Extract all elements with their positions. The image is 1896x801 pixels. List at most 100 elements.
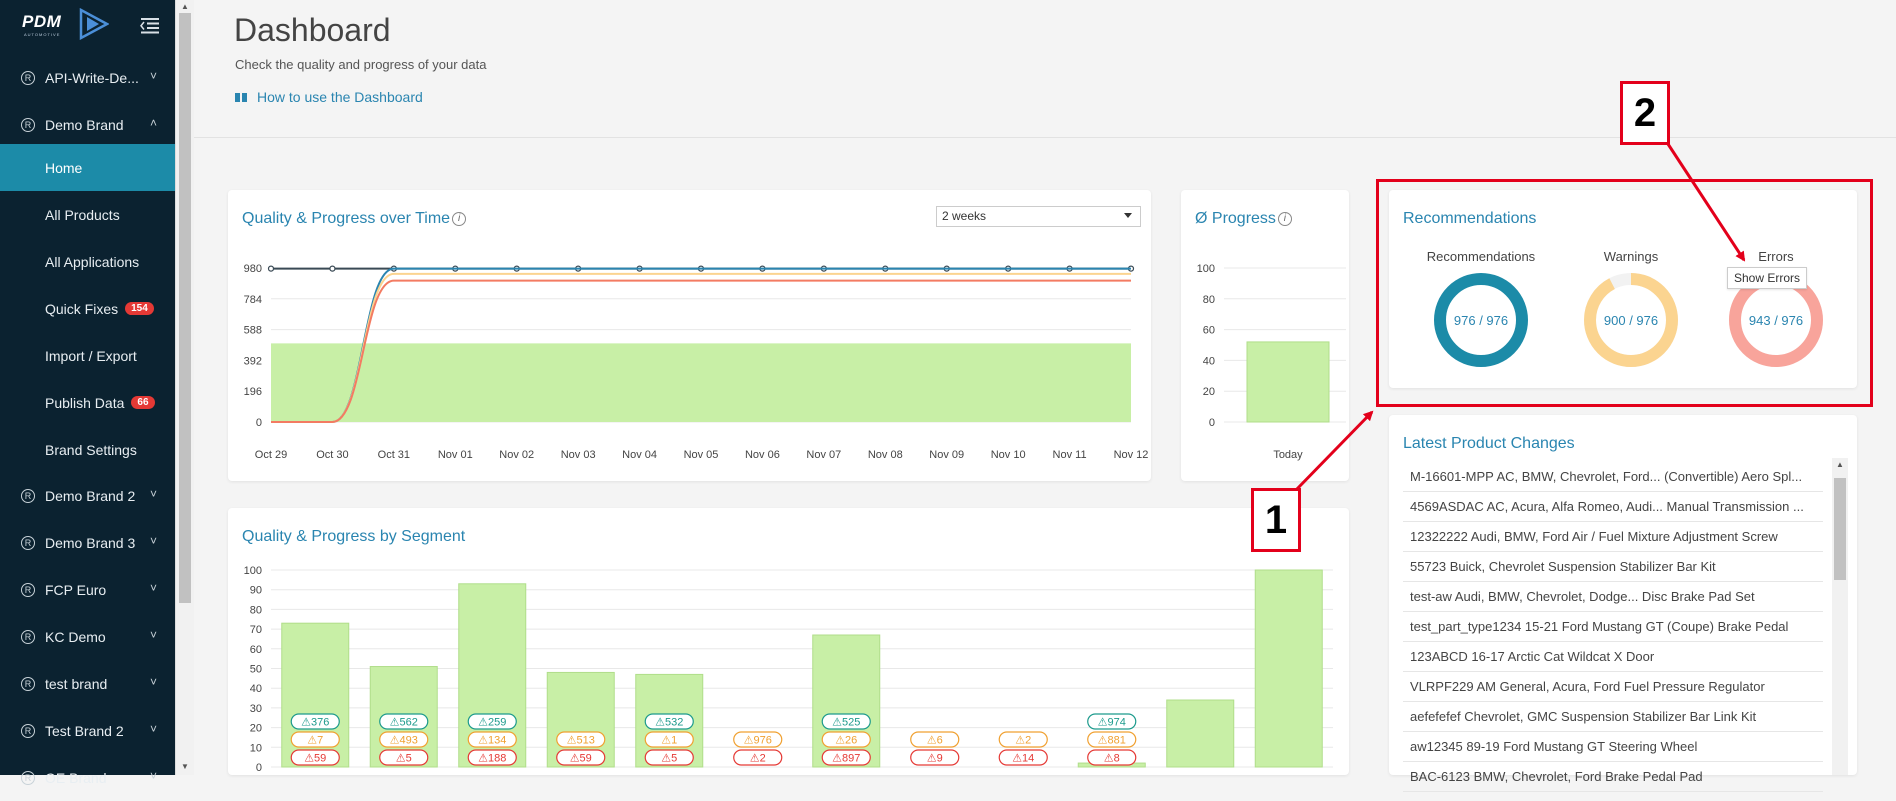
chevron-down-icon: ˅ xyxy=(149,487,157,501)
list-item[interactable]: 4569ASDAC AC, Acura, Alfa Romeo, Audi...… xyxy=(1403,492,1823,522)
sidebar-item-fcp-euro[interactable]: R FCP Euro ˅ xyxy=(0,566,175,613)
segment-bar xyxy=(1254,569,1323,768)
list-item[interactable]: aefefefef Chevrolet, GMC Suspension Stab… xyxy=(1403,702,1823,732)
y-tick-label: 0 xyxy=(1209,417,1215,429)
chevron-down-icon: ˅ xyxy=(149,675,157,689)
x-tick-label: Nov 07 xyxy=(806,449,841,461)
segment-badge-label: ⚠14 xyxy=(1012,753,1034,765)
sidebar-subitem-import-export[interactable]: Import / Export xyxy=(0,332,175,379)
x-tick-label: Nov 11 xyxy=(1053,449,1087,461)
segment-badge-label: ⚠376 xyxy=(301,717,329,729)
list-item[interactable]: 12322222 Audi, BMW, Ford Air / Fuel Mixt… xyxy=(1403,522,1823,552)
sidebar-item-kc-demo[interactable]: R KC Demo ˅ xyxy=(0,613,175,660)
quality-by-segment-chart: 0 10 20 30 40 50 60 70 80 90 100 ⚠376 ⚠7 ⚠59 ⚠562 ⚠493 ⚠… xyxy=(244,565,1333,774)
scroll-down-arrow-icon[interactable]: ▼ xyxy=(181,762,189,771)
logo-text: PDM xyxy=(22,12,62,31)
segment-badge-label: ⚠5 xyxy=(396,753,412,765)
howto-link[interactable]: How to use the Dashboard xyxy=(235,89,423,105)
registered-icon: R xyxy=(21,676,35,691)
segment-badge-label: ⚠259 xyxy=(478,717,506,729)
latest-changes-title: Latest Product Changes xyxy=(1403,435,1575,452)
sidebar: PDM AUTOMOTIVE R API-Write-De... ˅ R Dem… xyxy=(0,0,175,786)
chevron-down-icon: ˅ xyxy=(149,769,157,783)
quality-over-time-card: Quality & Progress over Time i 2 weeks 01… xyxy=(228,190,1151,481)
sidebar-item-demo-brand[interactable]: R Demo Brand ˄ xyxy=(0,101,175,148)
latest-changes-card: Latest Product Changes M-16601-MPP AC, B… xyxy=(1389,415,1857,792)
x-tick-label: Nov 12 xyxy=(1114,449,1149,461)
sidebar-subitem-brand-settings[interactable]: Brand Settings xyxy=(0,426,175,473)
sidebar-item-api-write[interactable]: R API-Write-De... ˅ xyxy=(0,54,175,101)
sidebar-subitem-publish-data[interactable]: Publish Data 66 xyxy=(0,379,175,426)
sidebar-item-label: KC Demo xyxy=(45,628,106,645)
y-tick-label: 30 xyxy=(250,703,262,715)
page-subtitle: Check the quality and progress of your d… xyxy=(235,57,487,72)
list-item[interactable]: test-aw Audi, BMW, Chevrolet, Dodge... D… xyxy=(1403,582,1823,612)
sidebar-subitem-home[interactable]: Home xyxy=(0,144,175,191)
segment-badge-label: ⚠2 xyxy=(750,753,766,765)
x-tick-label: Nov 02 xyxy=(499,449,534,461)
sidebar-subitem-label: Quick Fixes xyxy=(45,300,119,317)
sidebar-subitem-label: Brand Settings xyxy=(45,441,137,458)
list-item[interactable]: test_part_type1234 15-21 Ford Mustang GT… xyxy=(1403,612,1823,642)
segment-badge-label: ⚠9 xyxy=(927,753,943,765)
sidebar-item-test-brand-2[interactable]: R Test Brand 2 ˅ xyxy=(0,707,175,754)
segment-badge-label: ⚠6 xyxy=(927,735,943,747)
y-tick-label: 90 xyxy=(250,585,262,597)
book-icon xyxy=(235,92,247,102)
sidebar-item-demo-brand-3[interactable]: R Demo Brand 3 ˅ xyxy=(0,519,175,566)
segment-badge-label: ⚠513 xyxy=(567,735,595,747)
x-tick-label: Nov 04 xyxy=(622,449,657,461)
segment-bar xyxy=(1166,699,1235,768)
y-tick-label: 50 xyxy=(250,664,262,676)
y-tick-label: 196 xyxy=(244,386,262,398)
x-tick-label: Nov 06 xyxy=(745,449,780,461)
sidebar-item-label: OE Brand xyxy=(45,769,107,786)
chevron-down-icon: ˅ xyxy=(149,581,157,595)
segment-badge-label: ⚠493 xyxy=(390,735,418,747)
sidebar-item-demo-brand-2[interactable]: R Demo Brand 2 ˅ xyxy=(0,472,175,519)
segment-badge-label: ⚠1 xyxy=(661,735,677,747)
sidebar-subitem-all-applications[interactable]: All Applications xyxy=(0,238,175,285)
x-tick-label: Nov 10 xyxy=(991,449,1026,461)
pdm-logo[interactable]: PDM AUTOMOTIVE xyxy=(22,8,114,40)
page-scrollbar[interactable]: ▲ ▼ xyxy=(175,0,194,775)
scroll-up-arrow-icon[interactable]: ▲ xyxy=(1836,460,1844,469)
sidebar-subitem-label: All Applications xyxy=(45,253,140,270)
sidebar-item-test-brand[interactable]: R test brand ˅ xyxy=(0,660,175,707)
annotation-highlight-box xyxy=(1376,179,1873,407)
segment-badge-label: ⚠188 xyxy=(478,753,506,765)
quick-fixes-badge: 154 xyxy=(125,302,154,315)
registered-icon: R xyxy=(21,535,35,550)
list-item[interactable]: 123ABCD 16-17 Arctic Cat Wildcat X Door xyxy=(1403,642,1823,672)
area-series xyxy=(271,343,1131,422)
sidebar-item-label: Demo Brand 2 xyxy=(45,487,136,504)
list-item[interactable]: VLRPF229 AM General, Acura, Ford Fuel Pr… xyxy=(1403,672,1823,702)
y-tick-label: 392 xyxy=(244,355,262,367)
list-item[interactable]: M-16601-MPP AC, BMW, Chevrolet, Ford... … xyxy=(1403,462,1823,492)
y-tick-label: 100 xyxy=(244,565,262,577)
list-item[interactable]: 55723 Buick, Chevrolet Suspension Stabil… xyxy=(1403,552,1823,582)
registered-icon: R xyxy=(21,70,35,85)
x-tick-label: Nov 09 xyxy=(929,449,964,461)
chevron-down-icon: ˅ xyxy=(149,628,157,642)
howto-link-label: How to use the Dashboard xyxy=(257,89,423,105)
quality-by-segment-card: Quality & Progress by Segment 0 10 20 30 40 5… xyxy=(228,508,1349,775)
sidebar-item-label: Demo Brand xyxy=(45,116,124,133)
annotation-marker-2: 2 xyxy=(1620,81,1670,145)
segment-badge-label: ⚠134 xyxy=(478,735,506,747)
y-tick-label: 588 xyxy=(244,325,262,337)
latest-changes-scrollbar[interactable]: ▲ xyxy=(1832,458,1848,775)
scroll-up-arrow-icon[interactable]: ▲ xyxy=(181,2,189,11)
sidebar-item-label: test brand xyxy=(45,675,108,692)
list-item[interactable]: aw12345 89-19 Ford Mustang GT Steering W… xyxy=(1403,732,1823,762)
list-item[interactable]: BAC-6123 BMW, Chevrolet, Ford Brake Peda… xyxy=(1403,762,1823,792)
page-scrollbar-thumb[interactable] xyxy=(179,13,191,603)
sidebar-item-oe-brand[interactable]: R OE Brand ˅ xyxy=(0,754,175,801)
x-tick-label: Oct 31 xyxy=(378,449,410,461)
sidebar-header: PDM AUTOMOTIVE xyxy=(0,0,175,50)
latest-changes-scrollbar-thumb[interactable] xyxy=(1834,478,1846,580)
menu-collapse-icon[interactable] xyxy=(137,13,161,37)
sidebar-subitem-quick-fixes[interactable]: Quick Fixes 154 xyxy=(0,285,175,332)
x-tick-label: Nov 05 xyxy=(684,449,719,461)
sidebar-subitem-all-products[interactable]: All Products xyxy=(0,191,175,238)
